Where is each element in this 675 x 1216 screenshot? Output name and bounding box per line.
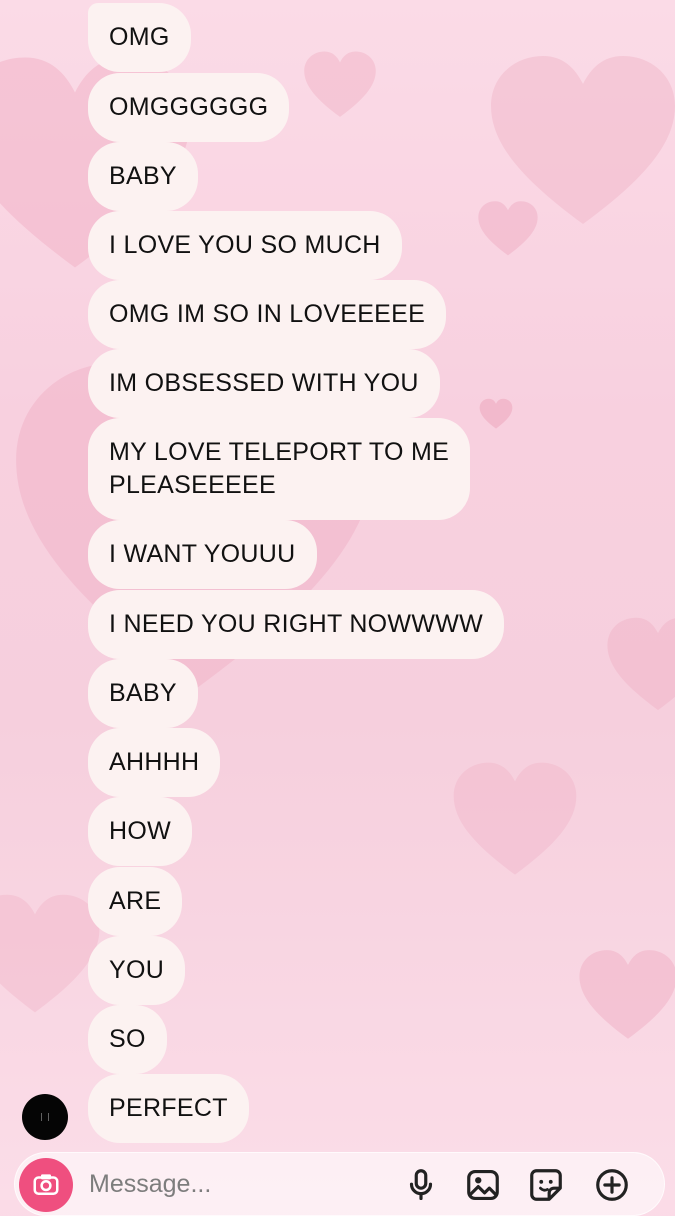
- message-bubble[interactable]: PERFECT: [88, 1074, 249, 1143]
- message-bubble[interactable]: YOU: [88, 936, 186, 1005]
- photo-button[interactable]: [464, 1166, 502, 1204]
- microphone-button[interactable]: [402, 1166, 440, 1204]
- message-bubble[interactable]: BABY: [88, 142, 198, 211]
- message-bubble[interactable]: I WANT YOUUU: [88, 520, 317, 589]
- sender-avatar[interactable]: [22, 1094, 68, 1140]
- message-input[interactable]: [89, 1167, 369, 1201]
- message-bubble[interactable]: OMG: [88, 3, 191, 72]
- message-bubble[interactable]: OMG IM SO IN LOVEEEEE: [88, 280, 447, 349]
- message-bubble[interactable]: SO: [88, 1005, 167, 1074]
- message-bubble[interactable]: HOW: [88, 797, 192, 866]
- message-bubble[interactable]: OMGGGGGG: [88, 73, 290, 142]
- avatar-image: [41, 1113, 49, 1121]
- microphone-icon: [409, 1169, 433, 1201]
- message-bubble[interactable]: IM OBSESSED WITH YOU: [88, 349, 440, 418]
- message-thread: OMG OMGGGGGG BABY I LOVE YOU SO MUCH OMG…: [88, 0, 648, 1143]
- message-bubble[interactable]: ARE: [88, 867, 183, 936]
- photo-icon: [467, 1169, 499, 1201]
- camera-icon: [33, 1174, 59, 1195]
- message-bubble[interactable]: MY LOVE TELEPORT TO ME PLEASEEEEE: [88, 418, 471, 520]
- sticker-button[interactable]: [527, 1166, 565, 1204]
- plus-icon: [596, 1169, 628, 1201]
- more-button[interactable]: [593, 1166, 631, 1204]
- message-composer: [14, 1152, 665, 1216]
- message-bubble[interactable]: I NEED YOU RIGHT NOWWWW: [88, 590, 505, 659]
- message-bubble[interactable]: AHHHH: [88, 728, 221, 797]
- sticker-icon: [530, 1169, 562, 1201]
- message-bubble[interactable]: I LOVE YOU SO MUCH: [88, 211, 402, 280]
- message-bubble[interactable]: BABY: [88, 659, 198, 728]
- camera-button[interactable]: [19, 1158, 73, 1212]
